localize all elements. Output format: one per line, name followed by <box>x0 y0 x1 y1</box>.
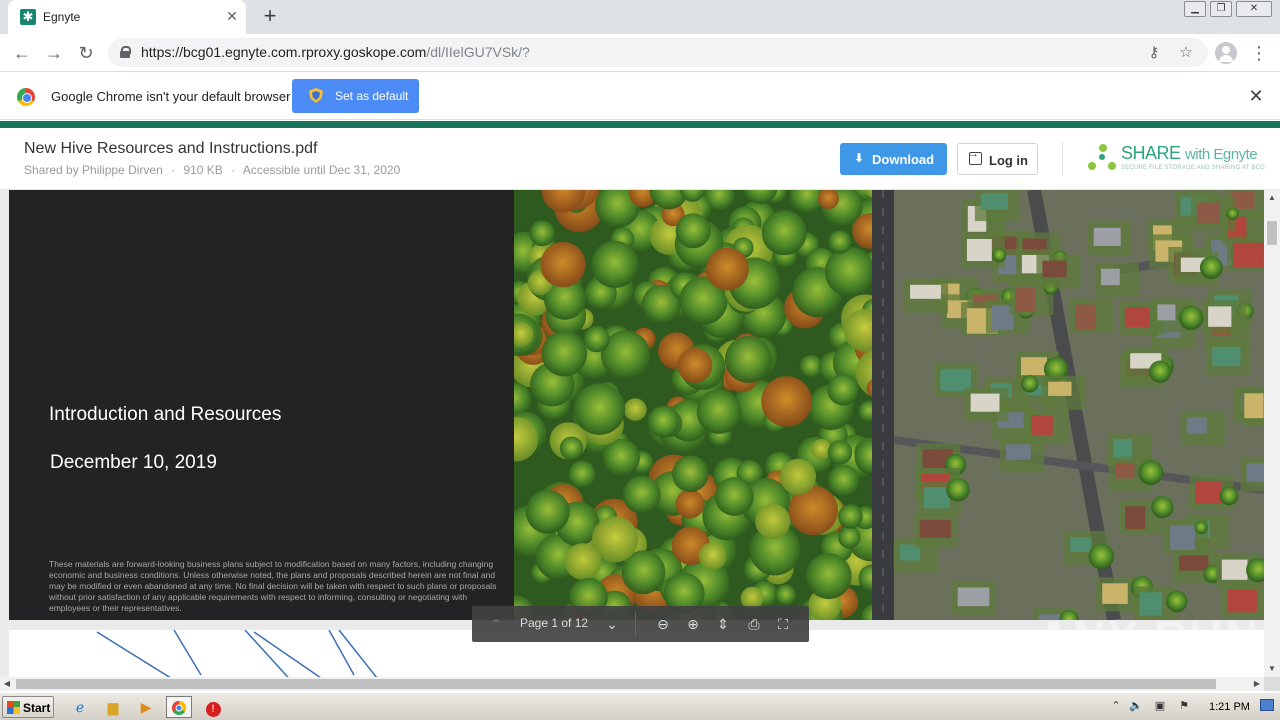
window-minimize-button[interactable]: ▁ <box>1184 1 1206 17</box>
infobar-message: Google Chrome isn't your default browser <box>51 89 291 104</box>
brand-share: SHARE <box>1121 143 1181 163</box>
show-desktop-icon[interactable] <box>1260 699 1274 711</box>
lock-icon[interactable] <box>120 46 131 58</box>
file-title: New Hive Resources and Instructions.pdf <box>24 140 318 157</box>
page-indicator[interactable]: Page 1 of 12 <box>520 616 588 630</box>
vertical-scroll-thumb[interactable] <box>1267 221 1277 245</box>
brand-tagline: SECURE FILE STORAGE AND SHARING AT BCG <box>1121 165 1265 171</box>
shared-by: Shared by Philippe Dirven <box>24 163 163 177</box>
chrome-taskbar-icon[interactable] <box>166 696 192 718</box>
window-restore-button[interactable]: ❐ <box>1210 1 1232 17</box>
pdf-pager-toolbar: ⌃ Page 1 of 12 ⌄ ⊖ ⊕ ⇕ ⎙ ⛶ <box>472 606 809 642</box>
address-bar[interactable]: https://bcg01.egnyte.com.rproxy.goskope.… <box>108 38 1208 67</box>
url-text[interactable]: https://bcg01.egnyte.com.rproxy.goskope.… <box>141 44 530 60</box>
zoom-in-icon[interactable]: ⊕ <box>683 614 703 634</box>
default-browser-infobar: Google Chrome isn't your default browser… <box>0 71 1280 120</box>
login-button[interactable]: Log in <box>957 143 1038 175</box>
egnyte-accent-bar <box>0 121 1280 128</box>
meta-separator: · <box>171 163 176 177</box>
bookmark-star-icon[interactable]: ☆ <box>1176 43 1196 63</box>
prev-page-icon[interactable]: ⌃ <box>486 614 506 634</box>
chrome-logo-icon <box>17 88 35 106</box>
browser-toolbar: ← → ↻ https://bcg01.egnyte.com.rproxy.go… <box>0 34 1280 71</box>
set-as-default-label: Set as default <box>335 89 409 103</box>
print-icon[interactable]: ⎙ <box>743 614 765 634</box>
fit-height-icon[interactable]: ⇕ <box>713 614 733 634</box>
scroll-down-arrow-icon[interactable]: ▼ <box>1264 661 1280 677</box>
tab-close-icon[interactable]: ✕ <box>224 8 240 24</box>
header-divider <box>1062 142 1063 176</box>
volume-icon[interactable]: 🔈 <box>1128 698 1144 714</box>
download-button[interactable]: ⬇ Download <box>840 143 947 175</box>
slide-title-panel: Introduction and Resources December 10, … <box>9 190 514 620</box>
brand-with: with Egnyte <box>1185 146 1258 163</box>
window-close-button[interactable]: ✕ <box>1236 1 1272 17</box>
infobar-close-icon[interactable]: ✕ <box>1247 87 1265 105</box>
slide-disclaimer: These materials are forward-looking busi… <box>49 559 497 613</box>
login-icon <box>968 148 982 165</box>
action-center-flag-icon[interactable]: ⚑ <box>1176 698 1192 714</box>
uac-shield-icon <box>309 88 323 103</box>
network-icon[interactable]: ▣ <box>1152 698 1168 714</box>
tab-title: Egnyte <box>43 10 81 24</box>
slide-date: December 10, 2019 <box>50 452 217 473</box>
start-button[interactable]: Start <box>2 696 54 718</box>
set-as-default-button[interactable]: Set as default <box>292 79 419 113</box>
back-icon[interactable]: ← <box>11 42 33 64</box>
anyrun-watermark: ANY RUN <box>1037 611 1260 663</box>
zoom-out-icon[interactable]: ⊖ <box>653 614 673 634</box>
system-tray: ⌃ 🔈 ▣ ⚑ <box>1104 696 1280 718</box>
file-meta: Shared by Philippe Dirven · 910 KB · Acc… <box>24 163 400 177</box>
reload-icon[interactable]: ↻ <box>75 42 97 64</box>
fullscreen-icon[interactable]: ⛶ <box>773 614 793 634</box>
egnyte-logo-icon <box>1088 144 1118 174</box>
horizontal-scrollbar[interactable]: ◀ ▶ <box>0 677 1264 691</box>
browser-tab-strip: ✱ Egnyte ✕ + ▁ ❐ ✕ <box>0 0 1280 34</box>
egnyte-favicon-icon: ✱ <box>20 9 36 25</box>
aerial-photo-image <box>514 190 1264 620</box>
scroll-up-arrow-icon[interactable]: ▲ <box>1264 190 1280 206</box>
download-label: Download <box>872 152 935 167</box>
windows-taskbar: Start ℯ ▆ ▶ ! ⌃ 🔈 ▣ ⚑ 1:21 PM <box>0 692 1280 720</box>
meta-separator: · <box>231 163 236 177</box>
stop-sign-icon[interactable]: ! <box>200 696 226 718</box>
download-icon: ⬇ <box>854 151 865 165</box>
browser-tab[interactable]: ✱ Egnyte ✕ <box>8 0 246 34</box>
egnyte-brand: SHARE with Egnyte <box>1121 143 1258 164</box>
horizontal-scroll-thumb[interactable] <box>16 679 1216 689</box>
accessible-until: Accessible until Dec 31, 2020 <box>242 163 401 177</box>
scroll-left-arrow-icon[interactable]: ◀ <box>0 677 14 691</box>
windows-flag-icon <box>7 701 20 714</box>
url-path: /dl/IIelGU7VSk/? <box>426 44 530 60</box>
tray-expand-icon[interactable]: ⌃ <box>1108 698 1124 714</box>
scrollbar-corner <box>1264 677 1280 691</box>
page-dropdown-chevron-icon[interactable]: ⌄ <box>602 614 622 634</box>
file-size: 910 KB <box>183 163 223 177</box>
forward-icon[interactable]: → <box>43 42 65 64</box>
profile-avatar-icon[interactable] <box>1215 42 1237 64</box>
pdf-viewer[interactable]: Introduction and Resources December 10, … <box>0 190 1264 677</box>
taskbar-clock[interactable]: 1:21 PM <box>1209 701 1250 713</box>
new-tab-button[interactable]: + <box>259 5 281 27</box>
internet-explorer-icon[interactable]: ℯ <box>67 696 93 718</box>
start-label: Start <box>23 701 51 715</box>
pdf-page-1: Introduction and Resources December 10, … <box>9 190 1264 620</box>
media-player-icon[interactable]: ▶ <box>133 696 159 718</box>
login-label: Log in <box>989 153 1028 168</box>
slide-title: Introduction and Resources <box>49 404 282 425</box>
share-header: New Hive Resources and Instructions.pdf … <box>0 128 1280 190</box>
vertical-scrollbar[interactable]: ▲ ▼ <box>1264 190 1280 677</box>
chrome-menu-icon[interactable]: ⋮ <box>1250 42 1268 64</box>
key-icon[interactable]: ⚷ <box>1144 43 1164 63</box>
scroll-right-arrow-icon[interactable]: ▶ <box>1250 677 1264 691</box>
file-explorer-icon[interactable]: ▆ <box>100 696 126 718</box>
pager-divider <box>635 612 636 636</box>
url-host: https://bcg01.egnyte.com.rproxy.goskope.… <box>141 44 427 60</box>
